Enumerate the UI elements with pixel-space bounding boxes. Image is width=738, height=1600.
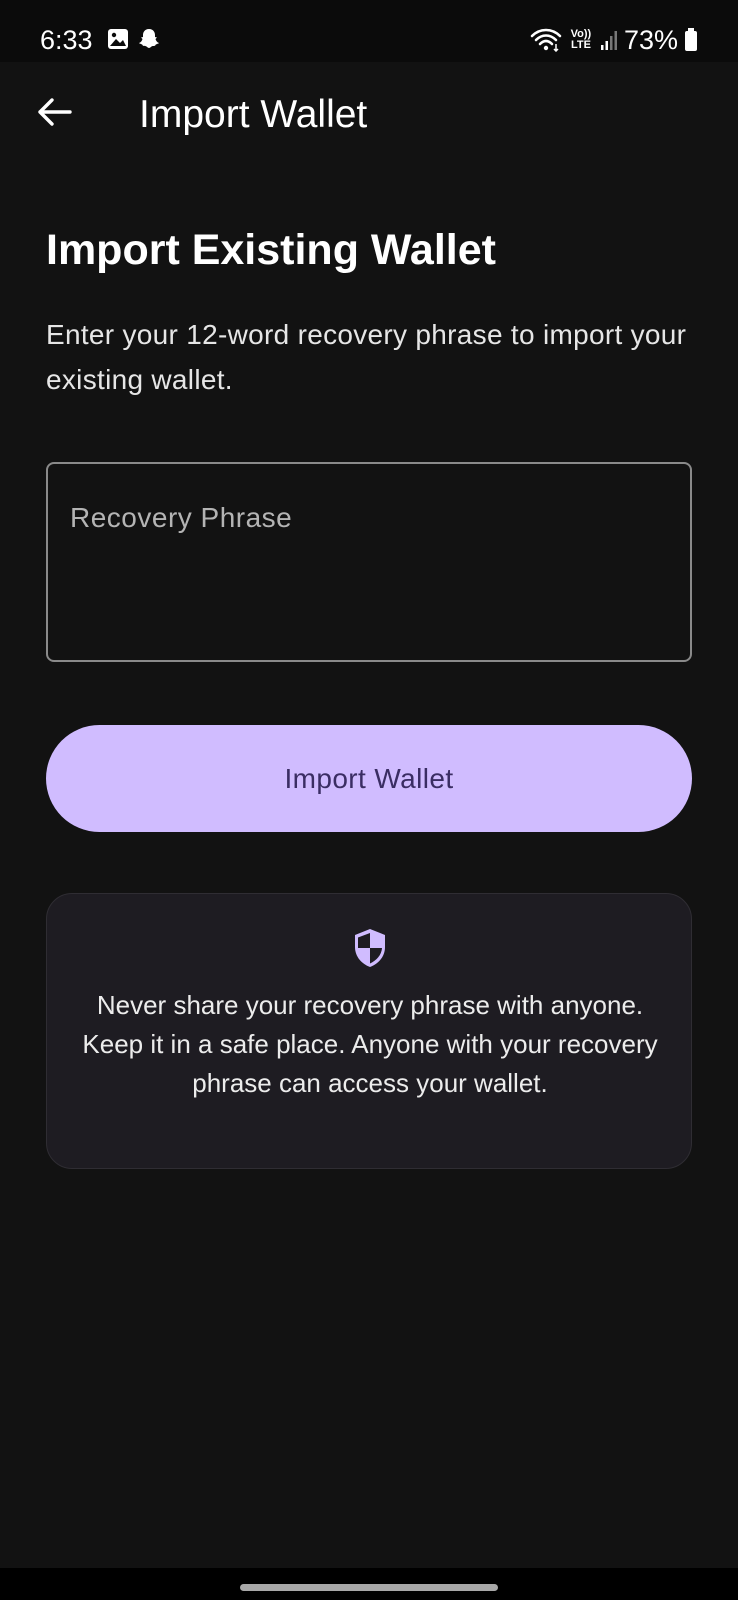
shield-icon bbox=[355, 929, 385, 967]
recovery-phrase-input[interactable] bbox=[70, 500, 668, 640]
import-wallet-screen: 6:33 Vo)) LTE 73% Import Wallet Import E… bbox=[0, 0, 738, 1600]
gallery-icon bbox=[108, 29, 128, 49]
app-bar-title: Import Wallet bbox=[139, 93, 368, 136]
page-description: Enter your 12-word recovery phrase to im… bbox=[46, 319, 687, 395]
page-heading: Import Existing Wallet bbox=[46, 226, 496, 274]
back-button[interactable] bbox=[32, 90, 76, 134]
battery-icon bbox=[685, 28, 697, 51]
import-wallet-button[interactable]: Import Wallet bbox=[46, 725, 692, 832]
network-type-label: Vo)) LTE bbox=[570, 28, 592, 51]
signal-icon bbox=[600, 31, 617, 50]
status-right: Vo)) LTE 73% bbox=[530, 22, 698, 58]
security-warning-text: Never share your recovery phrase with an… bbox=[82, 990, 658, 1098]
notification-icons bbox=[107, 28, 160, 50]
home-indicator[interactable] bbox=[240, 1584, 498, 1591]
wifi-icon bbox=[530, 28, 562, 52]
snapchat-icon bbox=[139, 29, 159, 48]
arrow-left-icon bbox=[38, 98, 72, 126]
status-time: 6:33 bbox=[40, 25, 93, 55]
battery-percent: 73% bbox=[623, 25, 678, 55]
security-warning-card: Never share your recovery phrase with an… bbox=[46, 893, 692, 1169]
app-bar: Import Wallet bbox=[0, 62, 738, 172]
import-wallet-button-label: Import Wallet bbox=[284, 762, 454, 794]
status-bar: 6:33 Vo)) LTE 73% bbox=[0, 0, 738, 62]
recovery-phrase-field[interactable] bbox=[46, 462, 692, 662]
